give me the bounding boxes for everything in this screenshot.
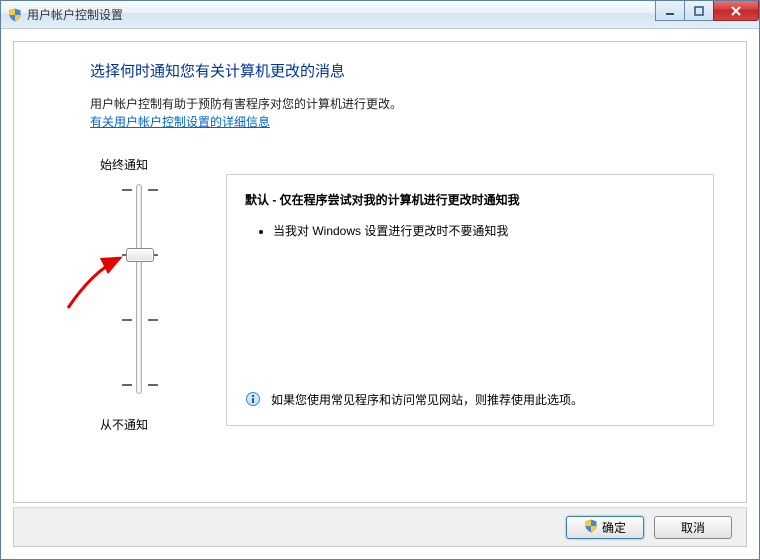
level-title: 默认 - 仅在程序尝试对我的计算机进行更改时通知我	[245, 191, 695, 208]
titlebar: 用户帐户控制设置	[1, 1, 759, 29]
minimize-button[interactable]	[655, 1, 685, 21]
shield-icon	[584, 519, 598, 536]
help-link[interactable]: 有关用户帐户控制设置的详细信息	[90, 113, 270, 130]
cancel-button-label: 取消	[681, 519, 705, 536]
button-bar: 确定 取消	[13, 507, 747, 547]
slider-tick	[148, 319, 158, 321]
uac-settings-window: 用户帐户控制设置 选择何时通知您有关计算机更改的消息 用户帐户控制有助于预防有害…	[0, 0, 760, 560]
slider-label-never: 从不通知	[100, 416, 148, 433]
slider-tick	[122, 384, 132, 386]
slider-area: 始终通知 从不通知 默认 - 仅在程序尝试对我的计算机进行	[90, 156, 718, 456]
slider-tick	[122, 319, 132, 321]
ok-button-label: 确定	[602, 519, 626, 536]
recommendation-row: 如果您使用常见程序和访问常见网站，则推荐使用此选项。	[245, 391, 695, 409]
description-text: 用户帐户控制有助于预防有害程序对您的计算机进行更改。	[90, 95, 718, 113]
slider-tick	[122, 189, 132, 191]
slider-thumb[interactable]	[126, 248, 154, 262]
window-controls	[656, 1, 759, 21]
slider-label-always: 始终通知	[100, 156, 148, 173]
level-bullet-list: 当我对 Windows 设置进行更改时不要通知我	[245, 222, 695, 240]
maximize-button[interactable]	[684, 1, 714, 21]
window-title: 用户帐户控制设置	[27, 6, 123, 23]
cancel-button[interactable]: 取消	[654, 516, 732, 539]
slider-tick	[148, 384, 158, 386]
annotation-arrow-icon	[62, 252, 142, 322]
close-button[interactable]	[713, 1, 759, 21]
slider-track[interactable]	[136, 184, 142, 394]
level-bullet: 当我对 Windows 设置进行更改时不要通知我	[273, 222, 695, 240]
level-detail-panel: 默认 - 仅在程序尝试对我的计算机进行更改时通知我 当我对 Windows 设置…	[226, 174, 714, 426]
info-icon	[245, 391, 261, 407]
content-area: 选择何时通知您有关计算机更改的消息 用户帐户控制有助于预防有害程序对您的计算机进…	[13, 41, 747, 503]
slider-tick	[148, 189, 158, 191]
page-heading: 选择何时通知您有关计算机更改的消息	[90, 60, 718, 81]
recommendation-text: 如果您使用常见程序和访问常见网站，则推荐使用此选项。	[271, 391, 583, 409]
shield-icon	[7, 7, 23, 23]
ok-button[interactable]: 确定	[566, 516, 644, 539]
